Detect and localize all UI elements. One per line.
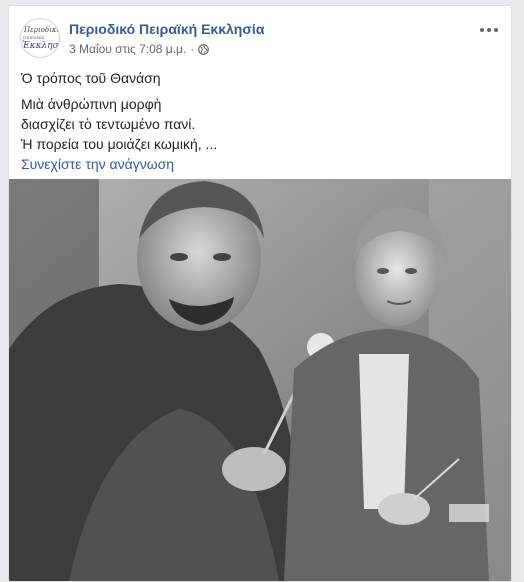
globe-icon[interactable]: [198, 43, 210, 55]
post-meta: 3 Μαΐου στις 7:08 μ.μ. ·: [69, 42, 210, 56]
body-line: Μιὰ ἀνθρώπινη μορφὴ: [21, 96, 162, 112]
post-text: Ὁ τρόπος τοῦ Θανάση Μιὰ ἀνθρώπινη μορφὴ …: [21, 68, 491, 180]
avatar-text-bottom: Ἐκκλησία: [22, 41, 59, 51]
page-avatar[interactable]: Περιοδικὸ ΠΕΙΡΑΪΚΗ Ἐκκλησία: [20, 18, 60, 58]
meta-separator: ·: [190, 42, 195, 56]
body-line: Ἡ πορεία του μοιάζει κωμική, ...: [21, 136, 218, 152]
post-photo[interactable]: [9, 179, 511, 581]
avatar-text-top: Περιοδικὸ: [24, 26, 60, 34]
body-line: διασχίζει τὸ τεντωμένο πανί.: [21, 116, 196, 132]
post-body: Μιὰ ἀνθρώπινη μορφὴ διασχίζει τὸ τεντωμέ…: [21, 94, 491, 174]
page-name-link[interactable]: Περιοδικό Πειραϊκή Εκκλησία: [69, 21, 264, 37]
more-options-icon[interactable]: [477, 20, 501, 40]
avatar-text-middle: ΠΕΙΡΑΪΚΗ: [23, 35, 45, 40]
post-card: Περιοδικὸ ΠΕΙΡΑΪΚΗ Ἐκκλησία Περιοδικό Πε…: [8, 5, 512, 582]
post-title-line: Ὁ τρόπος τοῦ Θανάση: [21, 70, 161, 86]
post-timestamp[interactable]: 3 Μαΐου στις 7:08 μ.μ.: [69, 42, 186, 56]
post-header: Περιοδικὸ ΠΕΙΡΑΪΚΗ Ἐκκλησία Περιοδικό Πε…: [9, 6, 511, 68]
continue-reading-link[interactable]: Συνεχίστε την ανάγνωση: [21, 154, 491, 174]
